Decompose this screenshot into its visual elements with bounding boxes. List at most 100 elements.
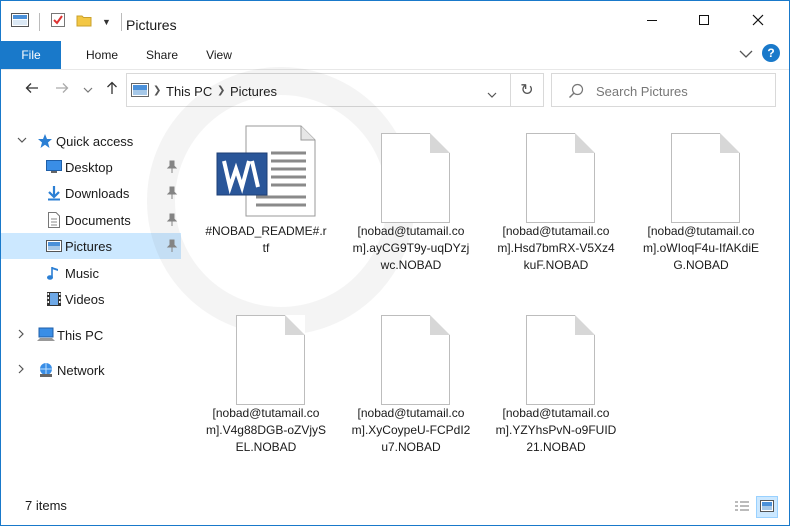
pictures-location-icon bbox=[131, 83, 149, 100]
explorer-window: ▼ Pictures File Home Share View ? ❯ This… bbox=[0, 0, 790, 526]
sidebar-item-label: Videos bbox=[65, 291, 105, 307]
file-thumbnail bbox=[491, 303, 621, 405]
breadcrumb-separator-icon[interactable]: ❯ bbox=[153, 85, 161, 96]
collapse-chevron-icon[interactable] bbox=[17, 136, 27, 147]
file-thumbnail bbox=[346, 121, 476, 223]
breadcrumb-separator-icon[interactable]: ❯ bbox=[217, 85, 225, 96]
sidebar-item-label: Music bbox=[65, 265, 99, 281]
file-item[interactable]: [nobad@tutamail.com].oWIoqF4u-IfAKdiEG.N… bbox=[636, 121, 766, 274]
pin-icon[interactable] bbox=[166, 160, 178, 174]
search-box[interactable]: Search Pictures bbox=[551, 73, 776, 107]
help-button[interactable]: ? bbox=[762, 44, 780, 62]
maximize-button[interactable] bbox=[681, 1, 727, 41]
tab-view[interactable]: View bbox=[197, 41, 241, 69]
sidebar-item-music[interactable]: Music bbox=[1, 260, 181, 286]
breadcrumb-pictures[interactable]: Pictures bbox=[230, 84, 277, 99]
pictures-icon bbox=[46, 238, 62, 254]
recent-locations-button[interactable] bbox=[77, 79, 99, 101]
file-name: [nobad@tutamail.com].YZYhsPvN-o9FUID21.N… bbox=[495, 406, 617, 454]
new-folder-icon[interactable] bbox=[76, 12, 92, 31]
sidebar-item-label: Pictures bbox=[65, 238, 112, 254]
blank-file-icon bbox=[526, 133, 595, 223]
chevron-down-icon bbox=[83, 81, 93, 99]
search-input[interactable]: Search Pictures bbox=[596, 84, 688, 99]
up-button[interactable] bbox=[101, 79, 123, 101]
refresh-button[interactable]: ↻ bbox=[510, 73, 544, 107]
large-icons-view-icon bbox=[760, 499, 774, 515]
file-thumbnail bbox=[201, 121, 331, 221]
star-icon bbox=[37, 133, 53, 149]
back-arrow-icon bbox=[25, 81, 39, 99]
nav-quick-access-label: Quick access bbox=[56, 133, 134, 149]
computer-icon bbox=[37, 327, 55, 343]
music-icon bbox=[46, 265, 62, 281]
details-view-button[interactable] bbox=[731, 496, 753, 518]
refresh-icon: ↻ bbox=[520, 82, 534, 99]
minimize-icon bbox=[646, 14, 658, 29]
nav-network[interactable]: Network bbox=[1, 357, 181, 383]
file-item[interactable]: #NOBAD_README#.rtf bbox=[201, 121, 331, 257]
sidebar-item-pictures[interactable]: Pictures bbox=[1, 233, 181, 259]
back-button[interactable] bbox=[21, 79, 43, 101]
documents-icon bbox=[46, 212, 62, 228]
nav-quick-access[interactable]: Quick access bbox=[1, 128, 181, 154]
nav-this-pc-label: This PC bbox=[57, 327, 104, 343]
sidebar-item-downloads[interactable]: Downloads bbox=[1, 180, 181, 206]
sidebar-item-label: Downloads bbox=[65, 185, 130, 201]
large-icons-view-button[interactable] bbox=[756, 496, 778, 518]
sidebar-item-documents[interactable]: Documents bbox=[1, 207, 181, 233]
maximize-icon bbox=[698, 14, 710, 29]
item-count: 7 items bbox=[25, 498, 67, 513]
toolbar-separator bbox=[39, 12, 40, 31]
customize-toolbar-dropdown-icon[interactable]: ▼ bbox=[102, 17, 111, 27]
address-row: ❯ This PC ❯ Pictures ↻ Search Pictures bbox=[1, 69, 789, 109]
sidebar-item-desktop[interactable]: Desktop bbox=[1, 154, 181, 180]
file-thumbnail bbox=[201, 303, 331, 405]
file-name: #NOBAD_README#.rtf bbox=[205, 224, 327, 255]
tab-share[interactable]: Share bbox=[139, 41, 185, 69]
downloads-icon bbox=[46, 185, 62, 201]
blank-file-icon bbox=[381, 133, 450, 223]
blank-file-icon bbox=[671, 133, 740, 223]
pin-icon[interactable] bbox=[166, 239, 178, 253]
file-list-area: #NOBAD_README#.rtf [nobad@tutamail.com].… bbox=[191, 113, 789, 491]
file-thumbnail bbox=[636, 121, 766, 223]
file-item[interactable]: [nobad@tutamail.com].YZYhsPvN-o9FUID21.N… bbox=[491, 303, 621, 456]
file-item[interactable]: [nobad@tutamail.com].Hsd7bmRX-V5Xz4kuF.N… bbox=[491, 121, 621, 274]
expand-chevron-icon[interactable] bbox=[17, 329, 25, 342]
close-button[interactable] bbox=[735, 1, 781, 41]
sidebar-item-videos[interactable]: Videos bbox=[1, 286, 181, 312]
videos-icon bbox=[46, 291, 62, 307]
nav-this-pc[interactable]: This PC bbox=[1, 322, 181, 348]
tab-file[interactable]: File bbox=[1, 41, 61, 69]
properties-icon[interactable] bbox=[50, 12, 66, 31]
file-item[interactable]: [nobad@tutamail.com].ayCG9T9y-uqDYzjwc.N… bbox=[346, 121, 476, 274]
details-view-icon bbox=[735, 500, 749, 515]
file-thumbnail bbox=[491, 121, 621, 223]
tab-home[interactable]: Home bbox=[77, 41, 127, 69]
status-bar: 7 items bbox=[1, 493, 789, 525]
sidebar-item-label: Desktop bbox=[65, 159, 113, 175]
file-item[interactable]: [nobad@tutamail.com].XyCoypeU-FCPdI2u7.N… bbox=[346, 303, 476, 456]
blank-file-icon bbox=[526, 315, 595, 405]
forward-arrow-icon bbox=[55, 81, 69, 99]
minimize-button[interactable] bbox=[629, 1, 675, 41]
file-name: [nobad@tutamail.com].V4g88DGB-oZVjySEL.N… bbox=[205, 406, 327, 454]
search-icon bbox=[568, 83, 584, 102]
network-icon bbox=[37, 362, 53, 378]
desktop-icon bbox=[46, 159, 62, 175]
forward-button[interactable] bbox=[51, 79, 73, 101]
nav-network-label: Network bbox=[57, 362, 105, 378]
address-bar[interactable]: ❯ This PC ❯ Pictures bbox=[126, 73, 511, 107]
breadcrumb-this-pc[interactable]: This PC bbox=[166, 84, 212, 99]
close-icon bbox=[752, 14, 764, 29]
sidebar-item-label: Documents bbox=[65, 212, 131, 228]
pin-icon[interactable] bbox=[166, 213, 178, 227]
address-history-dropdown-icon[interactable] bbox=[487, 87, 497, 102]
navigation-pane: Quick access Desktop Downloads Documents bbox=[1, 111, 181, 491]
title-bar: ▼ Pictures bbox=[1, 1, 789, 41]
expand-ribbon-icon[interactable] bbox=[739, 47, 753, 62]
pin-icon[interactable] bbox=[166, 186, 178, 200]
expand-chevron-icon[interactable] bbox=[17, 364, 25, 377]
file-item[interactable]: [nobad@tutamail.com].V4g88DGB-oZVjySEL.N… bbox=[201, 303, 331, 456]
